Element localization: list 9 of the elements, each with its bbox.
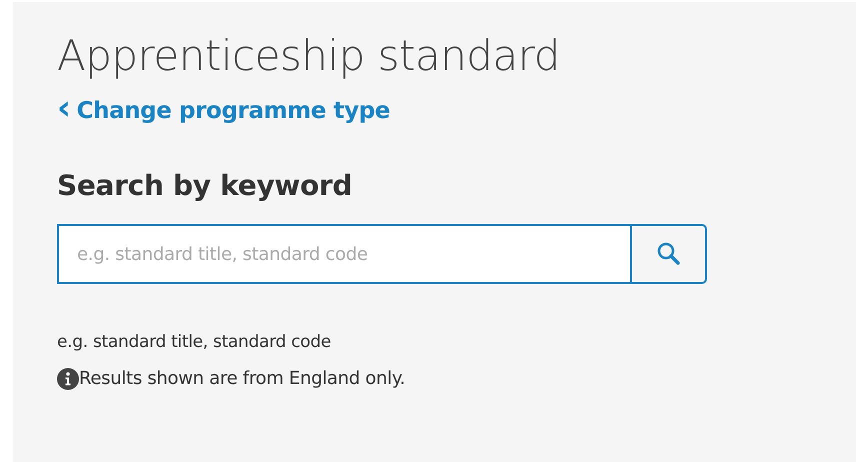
search-field[interactable]: e.g. standard title, standard code bbox=[57, 224, 632, 284]
info-icon bbox=[57, 368, 79, 390]
page-title: Apprenticeship standard bbox=[57, 30, 561, 82]
search-button[interactable] bbox=[632, 224, 707, 284]
search-icon bbox=[656, 241, 682, 267]
notice-text: Results shown are from England only. bbox=[79, 367, 406, 391]
back-link[interactable]: ‹ Change programme type bbox=[57, 96, 390, 126]
hint-text: e.g. standard title, standard code bbox=[57, 331, 332, 354]
section-heading: Search by keyword bbox=[57, 168, 354, 204]
